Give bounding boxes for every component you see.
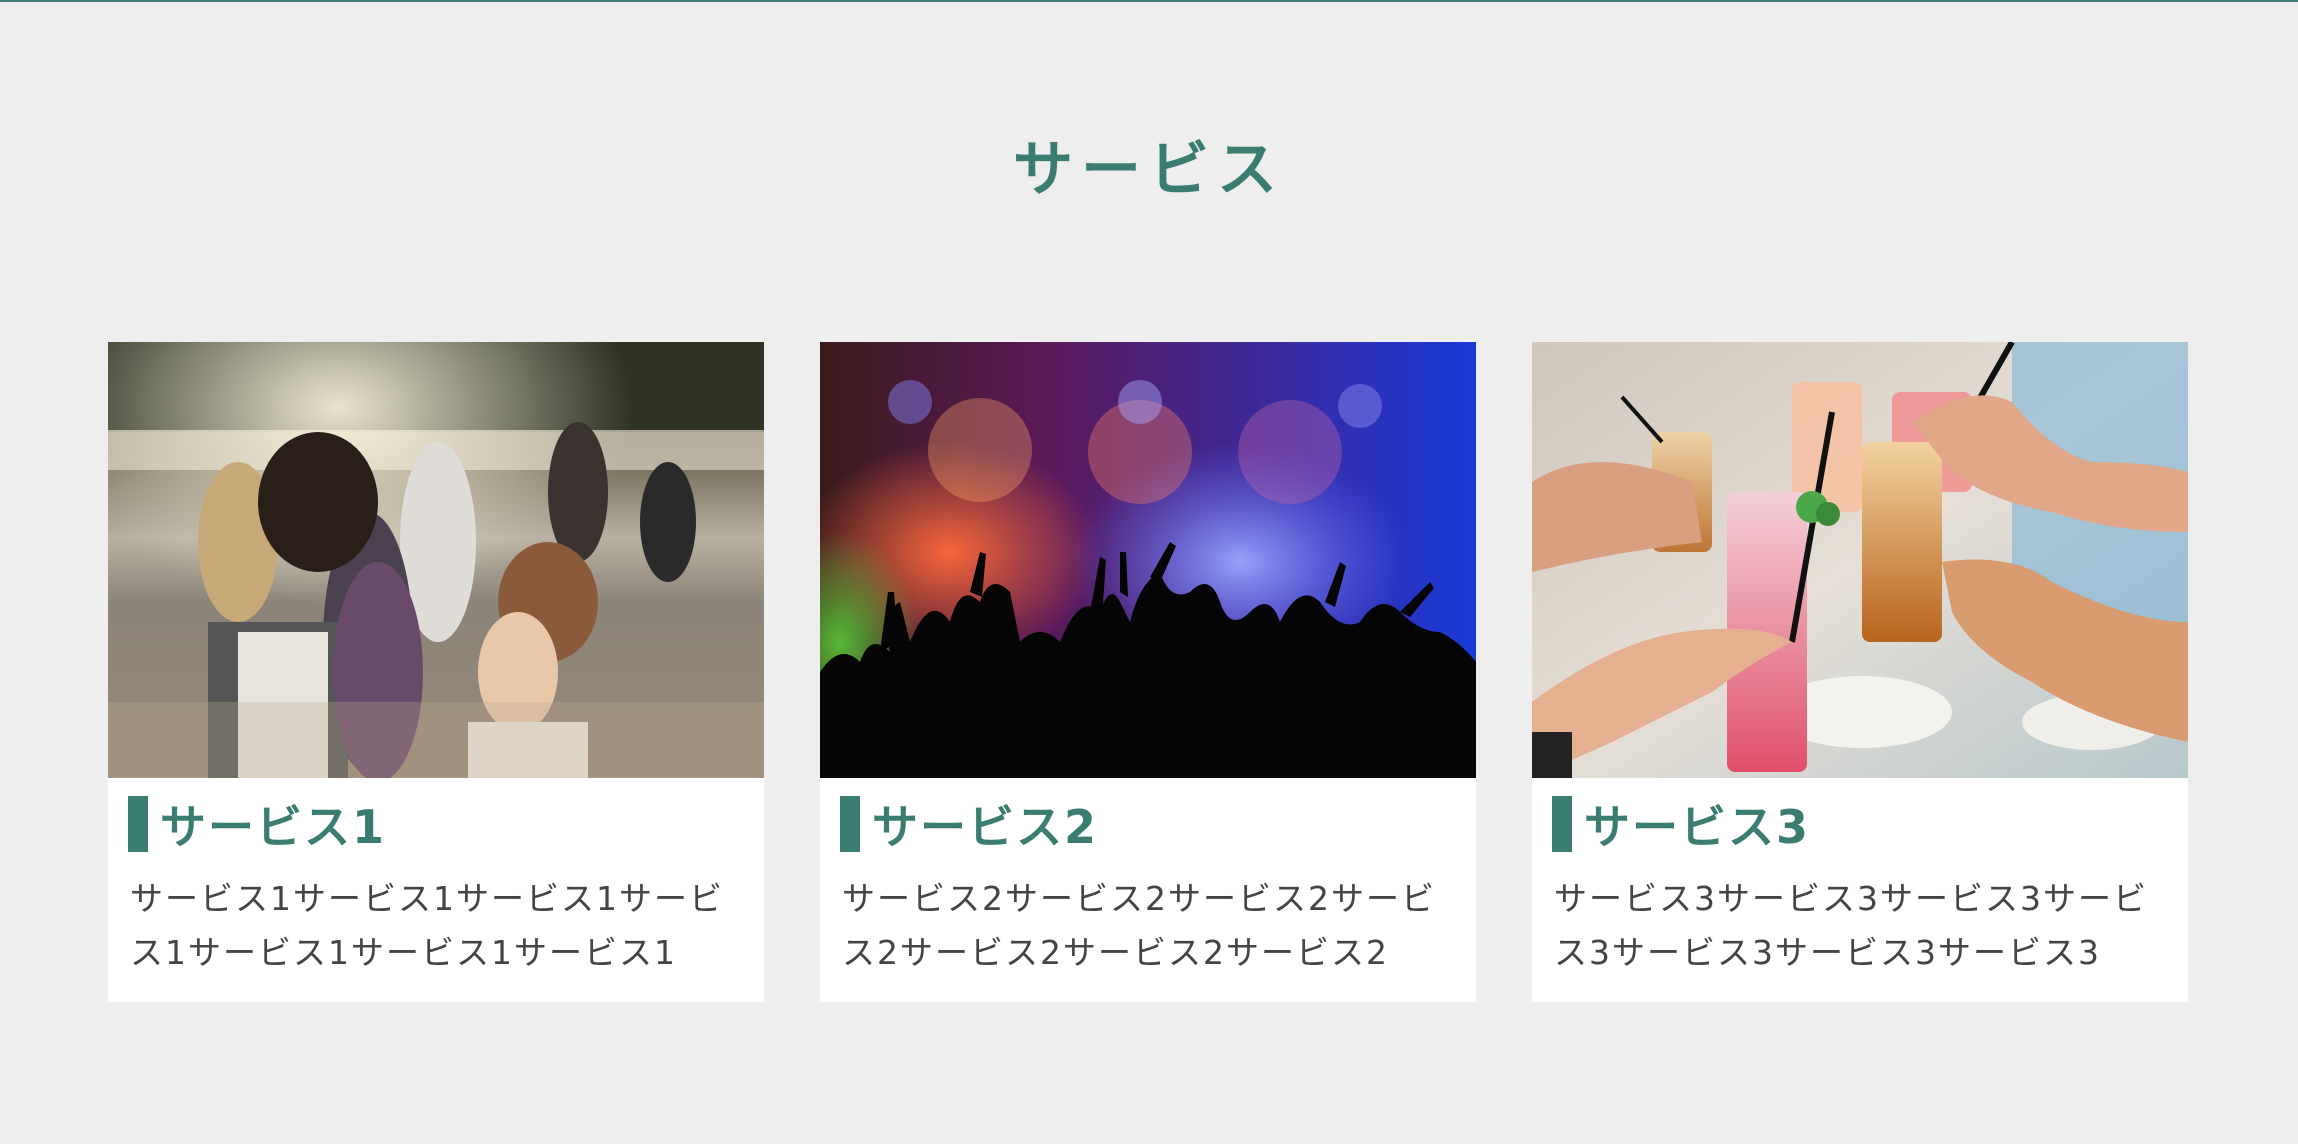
service-title-text-2: サービス2 xyxy=(872,800,1099,854)
title-accent-bar xyxy=(840,796,860,852)
service-card-3[interactable]: サービス3 サービス3サービス3サービス3サービス3サービス3サービス3サービス… xyxy=(1532,342,2188,1002)
service-title-2[interactable]: サービス2 xyxy=(840,794,1456,854)
service-title-1[interactable]: サービス1 xyxy=(128,794,744,854)
service-card-1[interactable]: サービス1 サービス1サービス1サービス1サービス1サービス1サービス1サービス… xyxy=(108,342,764,1002)
service-image-3 xyxy=(1532,342,2188,778)
service-card-body-1: サービス1 サービス1サービス1サービス1サービス1サービス1サービス1サービス… xyxy=(108,778,764,980)
service-title-text-3: サービス3 xyxy=(1584,800,1811,854)
service-image-1 xyxy=(108,342,764,778)
service-card-2[interactable]: サービス2 サービス2サービス2サービス2サービス2サービス2サービス2サービス… xyxy=(820,342,1476,1002)
service-description-3: サービス3サービス3サービス3サービス3サービス3サービス3サービス3 xyxy=(1554,879,2148,972)
section-title: サービス xyxy=(1013,135,1285,205)
title-accent-bar xyxy=(1552,796,1572,852)
service-description-1: サービス1サービス1サービス1サービス1サービス1サービス1サービス1 xyxy=(130,879,724,972)
service-image-2 xyxy=(820,342,1476,778)
services-section: サービス サービス1 サービス1サービス1サービス1サービス1サービス1サービス… xyxy=(0,0,2298,1144)
service-title-3[interactable]: サービス3 xyxy=(1552,794,2168,854)
service-description-2: サービス2サービス2サービス2サービス2サービス2サービス2サービス2 xyxy=(842,879,1436,972)
title-accent-bar xyxy=(128,796,148,852)
services-card-list: サービス1 サービス1サービス1サービス1サービス1サービス1サービス1サービス… xyxy=(108,342,2188,1002)
service-card-body-2: サービス2 サービス2サービス2サービス2サービス2サービス2サービス2サービス… xyxy=(820,778,1476,980)
service-title-text-1: サービス1 xyxy=(160,800,387,854)
service-card-body-3: サービス3 サービス3サービス3サービス3サービス3サービス3サービス3サービス… xyxy=(1532,778,2188,980)
